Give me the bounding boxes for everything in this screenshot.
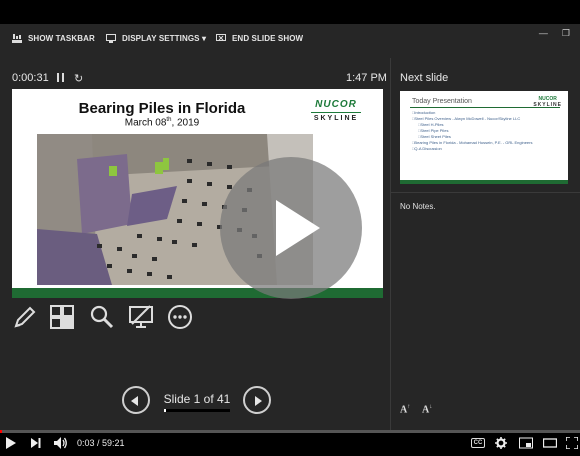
see-all-slides-icon[interactable]	[49, 304, 75, 330]
chevron-right-icon	[255, 396, 262, 406]
black-screen-icon[interactable]	[128, 304, 154, 330]
window-controls: — ❐	[539, 28, 570, 39]
end-show-icon	[216, 34, 226, 41]
display-settings-icon	[106, 34, 116, 43]
theater-mode-icon[interactable]	[543, 437, 557, 449]
next-slide-thumbnail[interactable]: Today Presentation NUCORSKYLINE Introduc…	[400, 91, 568, 184]
next-slide-button[interactable]	[243, 386, 271, 414]
clock: 1:47 PM	[346, 72, 387, 84]
slide-date-day: March 08	[124, 117, 167, 129]
video-play-button[interactable]	[220, 157, 362, 299]
logo-bottom-text: SKYLINE	[313, 115, 359, 122]
nucor-skyline-logo: NUCOR SKYLINE	[305, 99, 367, 122]
presenter-toolbar: SHOW TASKBAR DISPLAY SETTINGS ▾ END SLID…	[0, 24, 580, 58]
slide-progress-bar	[164, 409, 230, 412]
next-video-icon[interactable]	[31, 437, 41, 449]
restore-icon[interactable]: ❐	[562, 28, 570, 39]
next-slide-agenda: IntroductionSteel Piles Overview - Alwyn…	[412, 110, 532, 152]
play-icon	[276, 200, 320, 256]
display-settings-button[interactable]: DISPLAY SETTINGS ▾	[106, 34, 206, 43]
video-progress-bar[interactable]	[0, 430, 580, 433]
pen-icon[interactable]	[12, 304, 38, 330]
slide-footer-bar	[12, 288, 383, 298]
elapsed-timer: 0:00:31	[12, 72, 49, 84]
pause-timer-icon[interactable]	[57, 73, 65, 82]
end-slide-show-label: END SLIDE SHOW	[232, 34, 304, 43]
video-time: 0:03 / 59:21	[77, 438, 125, 448]
show-taskbar-label: SHOW TASKBAR	[28, 34, 95, 43]
volume-icon[interactable]	[54, 437, 67, 449]
speaker-notes: No Notes.	[400, 202, 436, 211]
video-top-bar	[0, 0, 580, 24]
video-player-controls: 0:03 / 59:21 CC	[0, 430, 580, 456]
increase-font-icon[interactable]: A↑	[400, 404, 410, 415]
settings-gear-icon[interactable]	[495, 437, 507, 449]
restart-timer-icon[interactable]: ↻	[74, 72, 83, 85]
more-options-icon[interactable]	[167, 304, 193, 330]
pane-divider	[390, 58, 391, 430]
miniplayer-icon[interactable]	[519, 437, 533, 449]
zoom-icon[interactable]	[89, 304, 115, 330]
next-slide-agenda-item: Q-A Discussion	[412, 146, 532, 152]
presenter-view: SHOW TASKBAR DISPLAY SETTINGS ▾ END SLID…	[0, 0, 580, 456]
slide-title: Bearing Piles in Florida	[78, 100, 246, 117]
next-slide-footer-bar	[400, 180, 568, 184]
next-slide-title: Today Presentation	[412, 98, 472, 105]
next-slide-label: Next slide	[400, 72, 449, 84]
previous-slide-button[interactable]	[122, 386, 150, 414]
slide-date-year: , 2019	[171, 117, 200, 129]
logo-top-text: NUCOR	[315, 99, 357, 110]
play-icon[interactable]	[6, 437, 16, 449]
minimize-icon[interactable]: —	[539, 28, 548, 39]
chevron-left-icon	[131, 396, 138, 406]
taskbar-icon	[12, 34, 22, 43]
end-slide-show-button[interactable]: END SLIDE SHOW	[216, 34, 303, 43]
slide-navigation: Slide 1 of 41	[122, 386, 272, 416]
decrease-font-icon[interactable]: A↓	[422, 404, 432, 415]
display-settings-label: DISPLAY SETTINGS ▾	[122, 34, 207, 43]
show-taskbar-button[interactable]: SHOW TASKBAR	[12, 34, 95, 43]
slide-counter: Slide 1 of 41	[163, 392, 231, 406]
captions-icon[interactable]: CC	[471, 438, 485, 448]
notes-divider	[391, 192, 580, 193]
slide-date: March 08th, 2019	[12, 117, 312, 128]
fullscreen-icon[interactable]	[566, 437, 578, 449]
